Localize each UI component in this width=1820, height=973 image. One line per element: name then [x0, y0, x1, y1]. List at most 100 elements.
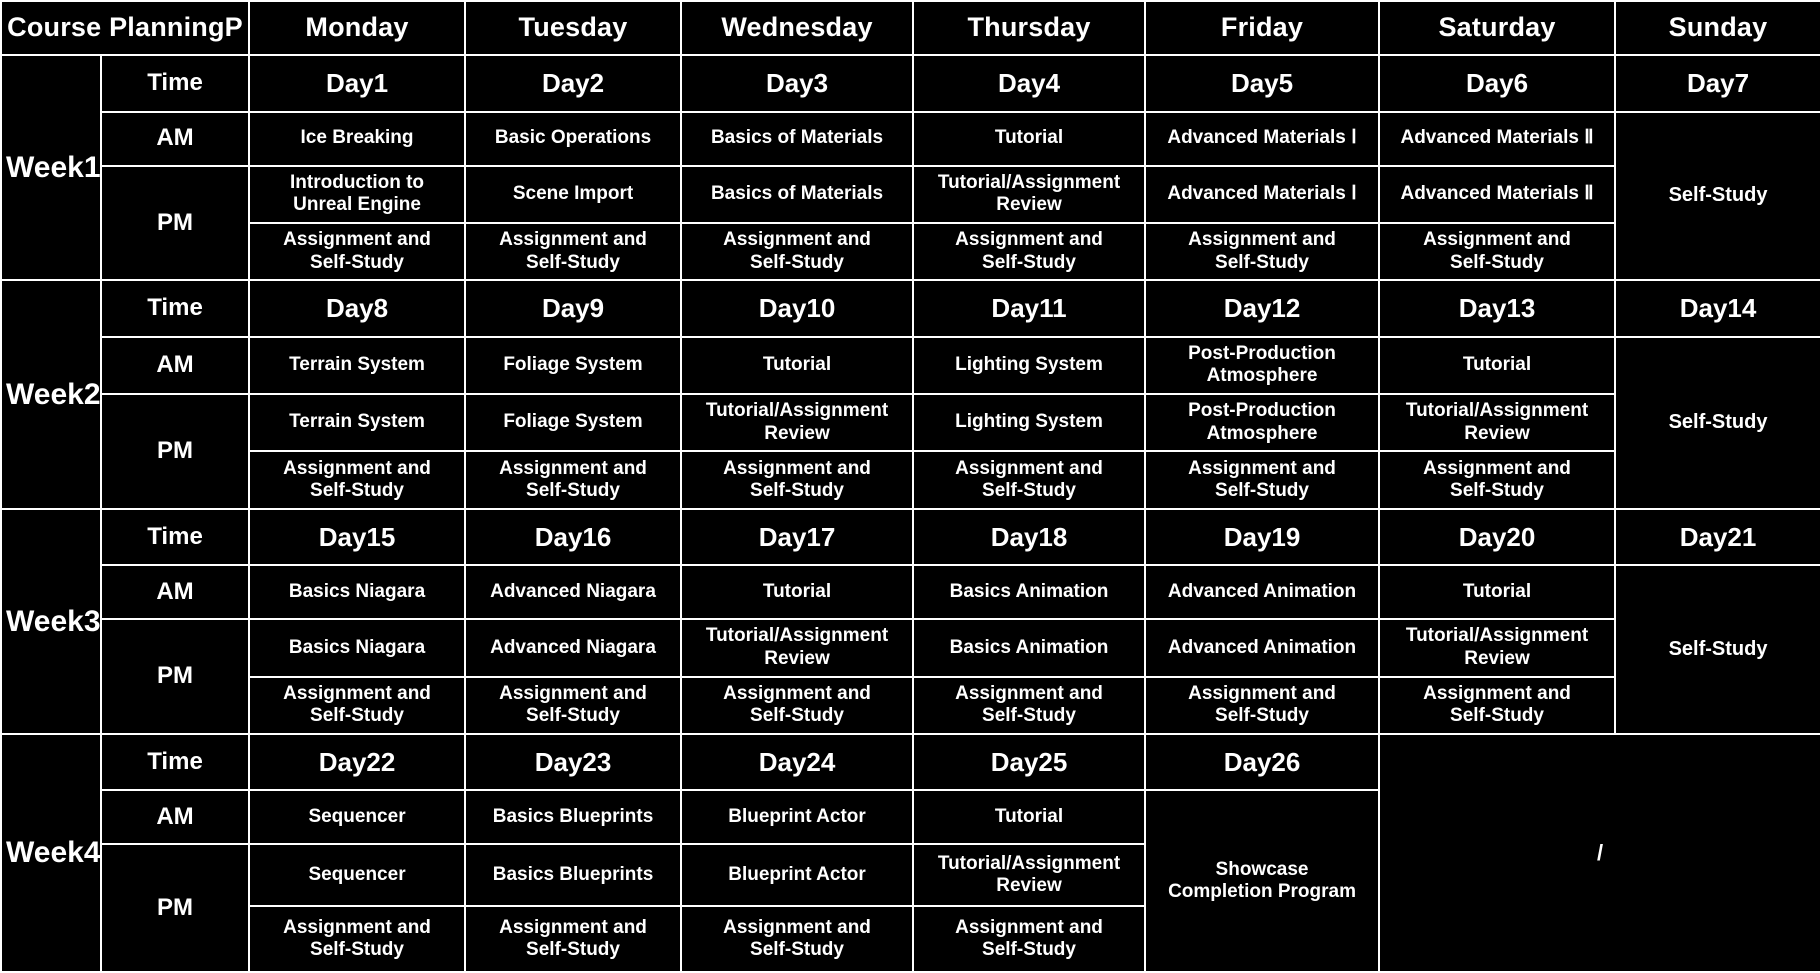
session-cell: Basics Niagara [248, 618, 467, 678]
session-cell: Advanced Niagara [464, 564, 683, 621]
session-cell: Assignment and Self-Study [912, 675, 1147, 735]
sunday-self-study: Self-Study [1614, 335, 1820, 510]
day-header: Day25 [912, 732, 1147, 792]
session-cell: Assignment and Self-Study [464, 905, 683, 973]
week3-evening-row: Assignment and Self-Study Assignment and S… [1, 675, 1820, 735]
day-header: Day4 [912, 54, 1147, 113]
session-cell: Tutorial/Assignment Review [680, 618, 915, 678]
session-cell: Basic Operations [464, 110, 683, 167]
session-cell: Tutorial [1378, 335, 1617, 396]
session-cell: Basics Animation [912, 564, 1147, 621]
week2-pm-row: PM Terrain System Foliage System Tutoria… [1, 393, 1820, 510]
session-cell: Tutorial [912, 110, 1147, 167]
session-cell: Scene Import [464, 164, 683, 225]
session-cell: Assignment and Self-Study [1378, 675, 1617, 735]
session-cell: Assignment and Self-Study [680, 221, 915, 282]
day-header: Day6 [1378, 54, 1617, 113]
session-cell: Basics Blueprints [464, 843, 683, 908]
session-cell: Blueprint Actor [680, 843, 915, 908]
week4-weekend-merged: / [1378, 732, 1820, 973]
sunday-self-study: Self-Study [1614, 110, 1820, 282]
week1-pm-row: PM Introduction to Unreal Engine Scene Im… [1, 164, 1820, 282]
session-cell: Tutorial [1378, 564, 1617, 621]
session-cell: Foliage System [464, 335, 683, 396]
session-cell: Tutorial [912, 789, 1147, 846]
pm-label: PM [99, 393, 251, 510]
session-cell: Ice Breaking [248, 110, 467, 167]
session-cell: Basics Niagara [248, 564, 467, 621]
course-planning-sheet: Course PlanningP Monday Tuesday Wednesda… [0, 0, 1820, 973]
session-cell: Assignment and Self-Study [248, 905, 467, 973]
column-header-friday: Friday [1144, 0, 1381, 57]
day-header: Day12 [1144, 279, 1381, 338]
session-cell: Assignment and Self-Study [680, 450, 915, 510]
session-cell: Tutorial/Assignment Review [1378, 393, 1617, 453]
day-header: Day19 [1144, 507, 1381, 567]
session-cell: Lighting System [912, 393, 1147, 453]
day-header: Day17 [680, 507, 915, 567]
day-header: Day16 [464, 507, 683, 567]
week1-evening-row: Assignment and Self-Study Assignment and S… [1, 221, 1820, 282]
session-cell: Post-Production Atmosphere [1144, 335, 1381, 396]
session-cell: Tutorial/Assignment Review [912, 843, 1147, 908]
session-cell: Assignment and Self-Study [912, 221, 1147, 282]
session-cell: Assignment and Self-Study [912, 450, 1147, 510]
day-header: Day13 [1378, 279, 1617, 338]
day-header: Day11 [912, 279, 1147, 338]
am-label: AM [99, 335, 251, 396]
session-cell: Basics Animation [912, 618, 1147, 678]
session-cell: Tutorial/Assignment Review [1378, 618, 1617, 678]
session-cell: Advanced Materials Ⅰ [1144, 110, 1381, 167]
week3-time-row: Week3 Time Day15 Day16 Day17 Day18 Day19… [0, 507, 1820, 735]
session-cell: Assignment and Self-Study [912, 905, 1147, 973]
session-cell: Tutorial [680, 564, 915, 621]
session-cell: Assignment and Self-Study [1378, 450, 1617, 510]
session-cell: Assignment and Self-Study [680, 905, 915, 973]
session-cell: Assignment and Self-Study [464, 450, 683, 510]
session-cell: Basics of Materials [680, 164, 915, 225]
day-header: Day20 [1378, 507, 1617, 567]
pm-label: PM [99, 164, 251, 282]
week-label-2: Week2 [0, 279, 102, 510]
time-label: Time [99, 732, 251, 792]
week1-time-row: Week1 Time Day1 Day2 Day3 Day4 Day5 Day6… [0, 54, 1820, 282]
session-cell: Assignment and Self-Study [248, 221, 467, 282]
session-cell: Assignment and Self-Study [680, 675, 915, 735]
session-cell: Lighting System [912, 335, 1147, 396]
day-header: Day21 [1614, 507, 1820, 567]
session-cell: Foliage System [464, 393, 683, 453]
session-cell: Assignment and Self-Study [464, 675, 683, 735]
session-cell: Tutorial/Assignment Review [912, 164, 1147, 225]
column-header-sunday: Sunday [1614, 0, 1820, 57]
page-title: Course PlanningP [0, 0, 251, 57]
week2-am-row: AM Terrain System Foliage System Tutoria… [1, 335, 1820, 510]
day-header: Day26 [1144, 732, 1381, 792]
session-cell: Assignment and Self-Study [464, 221, 683, 282]
time-label: Time [99, 54, 251, 113]
am-label: AM [99, 110, 251, 167]
session-cell: Basics of Materials [680, 110, 915, 167]
column-header-saturday: Saturday [1378, 0, 1617, 57]
session-cell: Sequencer [248, 843, 467, 908]
session-cell: Advanced Animation [1144, 618, 1381, 678]
week-label-4: Week4 [0, 732, 102, 973]
course-planning-table: Course PlanningP Monday Tuesday Wednesda… [0, 0, 1820, 973]
week-label-3: Week3 [0, 507, 102, 735]
day-header: Day23 [464, 732, 683, 792]
pm-label: PM [99, 618, 251, 735]
session-cell: Assignment and Self-Study [1378, 221, 1617, 282]
day-header: Day15 [248, 507, 467, 567]
session-cell: Advanced Materials Ⅱ [1378, 164, 1617, 225]
time-label: Time [99, 507, 251, 567]
am-label: AM [99, 564, 251, 621]
session-cell: Basics Blueprints [464, 789, 683, 846]
session-cell: Tutorial/Assignment Review [680, 393, 915, 453]
session-cell: Tutorial [680, 335, 915, 396]
session-cell: Introduction to Unreal Engine [248, 164, 467, 225]
session-cell: Advanced Animation [1144, 564, 1381, 621]
table-header-row: Course PlanningP Monday Tuesday Wednesda… [0, 0, 1820, 57]
day-header: Day1 [248, 54, 467, 113]
session-cell: Advanced Materials Ⅰ [1144, 164, 1381, 225]
session-cell: Advanced Materials Ⅱ [1378, 110, 1617, 167]
session-cell: Assignment and Self-Study [1144, 221, 1381, 282]
